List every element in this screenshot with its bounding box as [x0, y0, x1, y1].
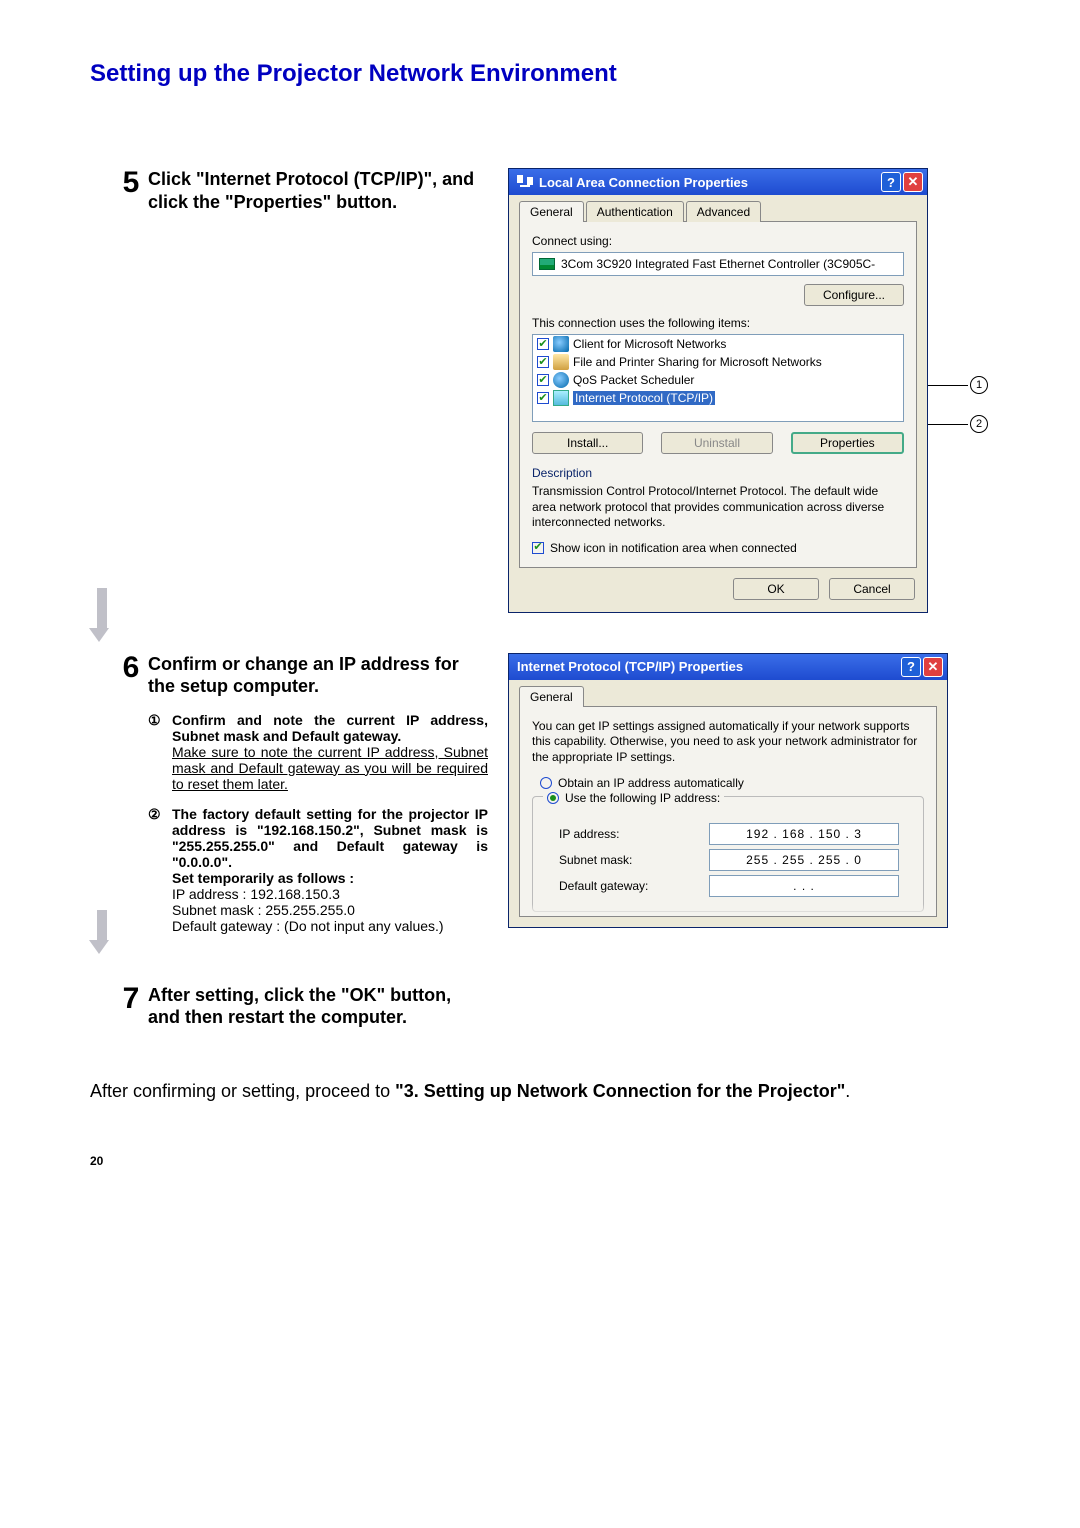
- item-label: QoS Packet Scheduler: [573, 373, 694, 387]
- tabs: General: [519, 686, 937, 707]
- page-number: 20: [90, 1154, 990, 1168]
- window-title: Internet Protocol (TCP/IP) Properties: [517, 659, 899, 674]
- manual-ip-fieldset: Use the following IP address: IP address…: [532, 796, 924, 912]
- close-button[interactable]: ✕: [903, 172, 923, 192]
- lan-properties-dialog: Local Area Connection Properties ? ✕ Gen…: [508, 168, 928, 613]
- show-icon-label: Show icon in notification area when conn…: [550, 541, 797, 555]
- radio-auto-row[interactable]: Obtain an IP address automatically: [540, 776, 924, 790]
- gateway-label: Default gateway:: [559, 879, 709, 893]
- ip-address-row: IP address: 192 . 168 . 150 . 3: [559, 823, 913, 845]
- circled-number: ①: [148, 712, 161, 729]
- network-icon: [517, 175, 533, 189]
- radio-manual-row[interactable]: Use the following IP address:: [543, 791, 724, 805]
- uninstall-button: Uninstall: [661, 432, 772, 454]
- checkbox-icon[interactable]: ✔: [532, 542, 544, 554]
- radio-manual-label: Use the following IP address:: [565, 791, 720, 805]
- install-button[interactable]: Install...: [532, 432, 643, 454]
- properties-button[interactable]: Properties: [791, 432, 904, 454]
- help-button[interactable]: ?: [881, 172, 901, 192]
- client-icon: [553, 336, 569, 352]
- checkbox-icon[interactable]: ✔: [537, 392, 549, 404]
- nic-icon: [539, 258, 555, 270]
- checkbox-icon[interactable]: ✔: [537, 338, 549, 350]
- arrow-down-icon: [94, 910, 110, 954]
- titlebar: Internet Protocol (TCP/IP) Properties ? …: [509, 654, 947, 680]
- subnet-row: Subnet mask: 255 . 255 . 255 . 0: [559, 849, 913, 871]
- items-listbox[interactable]: ✔ Client for Microsoft Networks ✔ File a…: [532, 334, 904, 422]
- list-item[interactable]: ✔ File and Printer Sharing for Microsoft…: [533, 353, 903, 371]
- fileshare-icon: [553, 354, 569, 370]
- substep-bold: Set temporarily as follows :: [172, 870, 354, 886]
- step-6: 6 Confirm or change an IP address for th…: [90, 653, 990, 944]
- nic-name: 3Com 3C920 Integrated Fast Ethernet Cont…: [561, 257, 875, 271]
- callout-1: 1: [928, 376, 988, 394]
- gateway-row: Default gateway: . . .: [559, 875, 913, 897]
- substep-underline: Make sure to note the current IP address…: [172, 744, 488, 792]
- callout-2: 2: [928, 415, 988, 433]
- list-item[interactable]: ✔ Client for Microsoft Networks: [533, 335, 903, 353]
- radio-icon[interactable]: [540, 777, 552, 789]
- uses-items-label: This connection uses the following items…: [532, 316, 904, 330]
- final-note-prefix: After confirming or setting, proceed to: [90, 1081, 395, 1101]
- step-7: 7 After setting, click the "OK" button, …: [90, 984, 990, 1039]
- item-label: Client for Microsoft Networks: [573, 337, 726, 351]
- description-label: Description: [532, 466, 904, 480]
- item-label: Internet Protocol (TCP/IP): [573, 391, 715, 405]
- step-heading: After setting, click the "OK" button, an…: [148, 984, 488, 1029]
- final-note: After confirming or setting, proceed to …: [90, 1079, 990, 1104]
- arrow-down-icon: [94, 588, 110, 642]
- description-text: Transmission Control Protocol/Internet P…: [532, 484, 904, 531]
- qos-icon: [553, 372, 569, 388]
- substep-2: ② The factory default setting for the pr…: [148, 806, 488, 934]
- circled-number: ②: [148, 806, 161, 823]
- list-item[interactable]: ✔ QoS Packet Scheduler: [533, 371, 903, 389]
- subnet-field[interactable]: 255 . 255 . 255 . 0: [709, 849, 899, 871]
- window-title: Local Area Connection Properties: [539, 175, 879, 190]
- tcpip-icon: [553, 390, 569, 406]
- ip-address-field[interactable]: 192 . 168 . 150 . 3: [709, 823, 899, 845]
- final-note-bold: "3. Setting up Network Connection for th…: [395, 1081, 845, 1101]
- tab-general[interactable]: General: [519, 686, 584, 707]
- step-number: 7: [114, 984, 148, 1014]
- help-button[interactable]: ?: [901, 657, 921, 677]
- step-number: 6: [114, 653, 148, 683]
- step-heading: Confirm or change an IP address for the …: [148, 653, 488, 698]
- checkbox-icon[interactable]: ✔: [537, 356, 549, 368]
- show-icon-row[interactable]: ✔ Show icon in notification area when co…: [532, 541, 904, 555]
- substep-line: Subnet mask : 255.255.255.0: [172, 902, 355, 918]
- tab-general[interactable]: General: [519, 201, 584, 222]
- nic-field[interactable]: 3Com 3C920 Integrated Fast Ethernet Cont…: [532, 252, 904, 276]
- titlebar: Local Area Connection Properties ? ✕: [509, 169, 927, 195]
- step-5: 5 Click "Internet Protocol (TCP/IP)", an…: [90, 168, 990, 613]
- substep-line: Default gateway : (Do not input any valu…: [172, 918, 444, 934]
- cancel-button[interactable]: Cancel: [829, 578, 915, 600]
- page-title: Setting up the Projector Network Environ…: [90, 60, 990, 88]
- list-item-tcpip[interactable]: ✔ Internet Protocol (TCP/IP): [533, 389, 903, 407]
- item-label: File and Printer Sharing for Microsoft N…: [573, 355, 822, 369]
- tcpip-properties-dialog: Internet Protocol (TCP/IP) Properties ? …: [508, 653, 948, 928]
- substep-1: ① Confirm and note the current IP addres…: [148, 712, 488, 792]
- intro-text: You can get IP settings assigned automat…: [532, 719, 924, 766]
- substep-bold: The factory default setting for the proj…: [172, 806, 488, 870]
- tabs: General Authentication Advanced: [519, 201, 917, 222]
- radio-icon[interactable]: [547, 792, 559, 804]
- checkbox-icon[interactable]: ✔: [537, 374, 549, 386]
- tab-advanced[interactable]: Advanced: [686, 201, 761, 222]
- connect-using-label: Connect using:: [532, 234, 904, 248]
- step-heading: Click "Internet Protocol (TCP/IP)", and …: [148, 168, 488, 213]
- ok-button[interactable]: OK: [733, 578, 819, 600]
- ip-label: IP address:: [559, 827, 709, 841]
- substep-bold: Confirm and note the current IP address,…: [172, 712, 488, 744]
- final-note-suffix: .: [845, 1081, 850, 1101]
- gateway-field[interactable]: . . .: [709, 875, 899, 897]
- tab-authentication[interactable]: Authentication: [586, 201, 684, 222]
- subnet-label: Subnet mask:: [559, 853, 709, 867]
- configure-button[interactable]: Configure...: [804, 284, 904, 306]
- step-number: 5: [114, 168, 148, 198]
- close-button[interactable]: ✕: [923, 657, 943, 677]
- radio-auto-label: Obtain an IP address automatically: [558, 776, 744, 790]
- substep-line: IP address : 192.168.150.3: [172, 886, 340, 902]
